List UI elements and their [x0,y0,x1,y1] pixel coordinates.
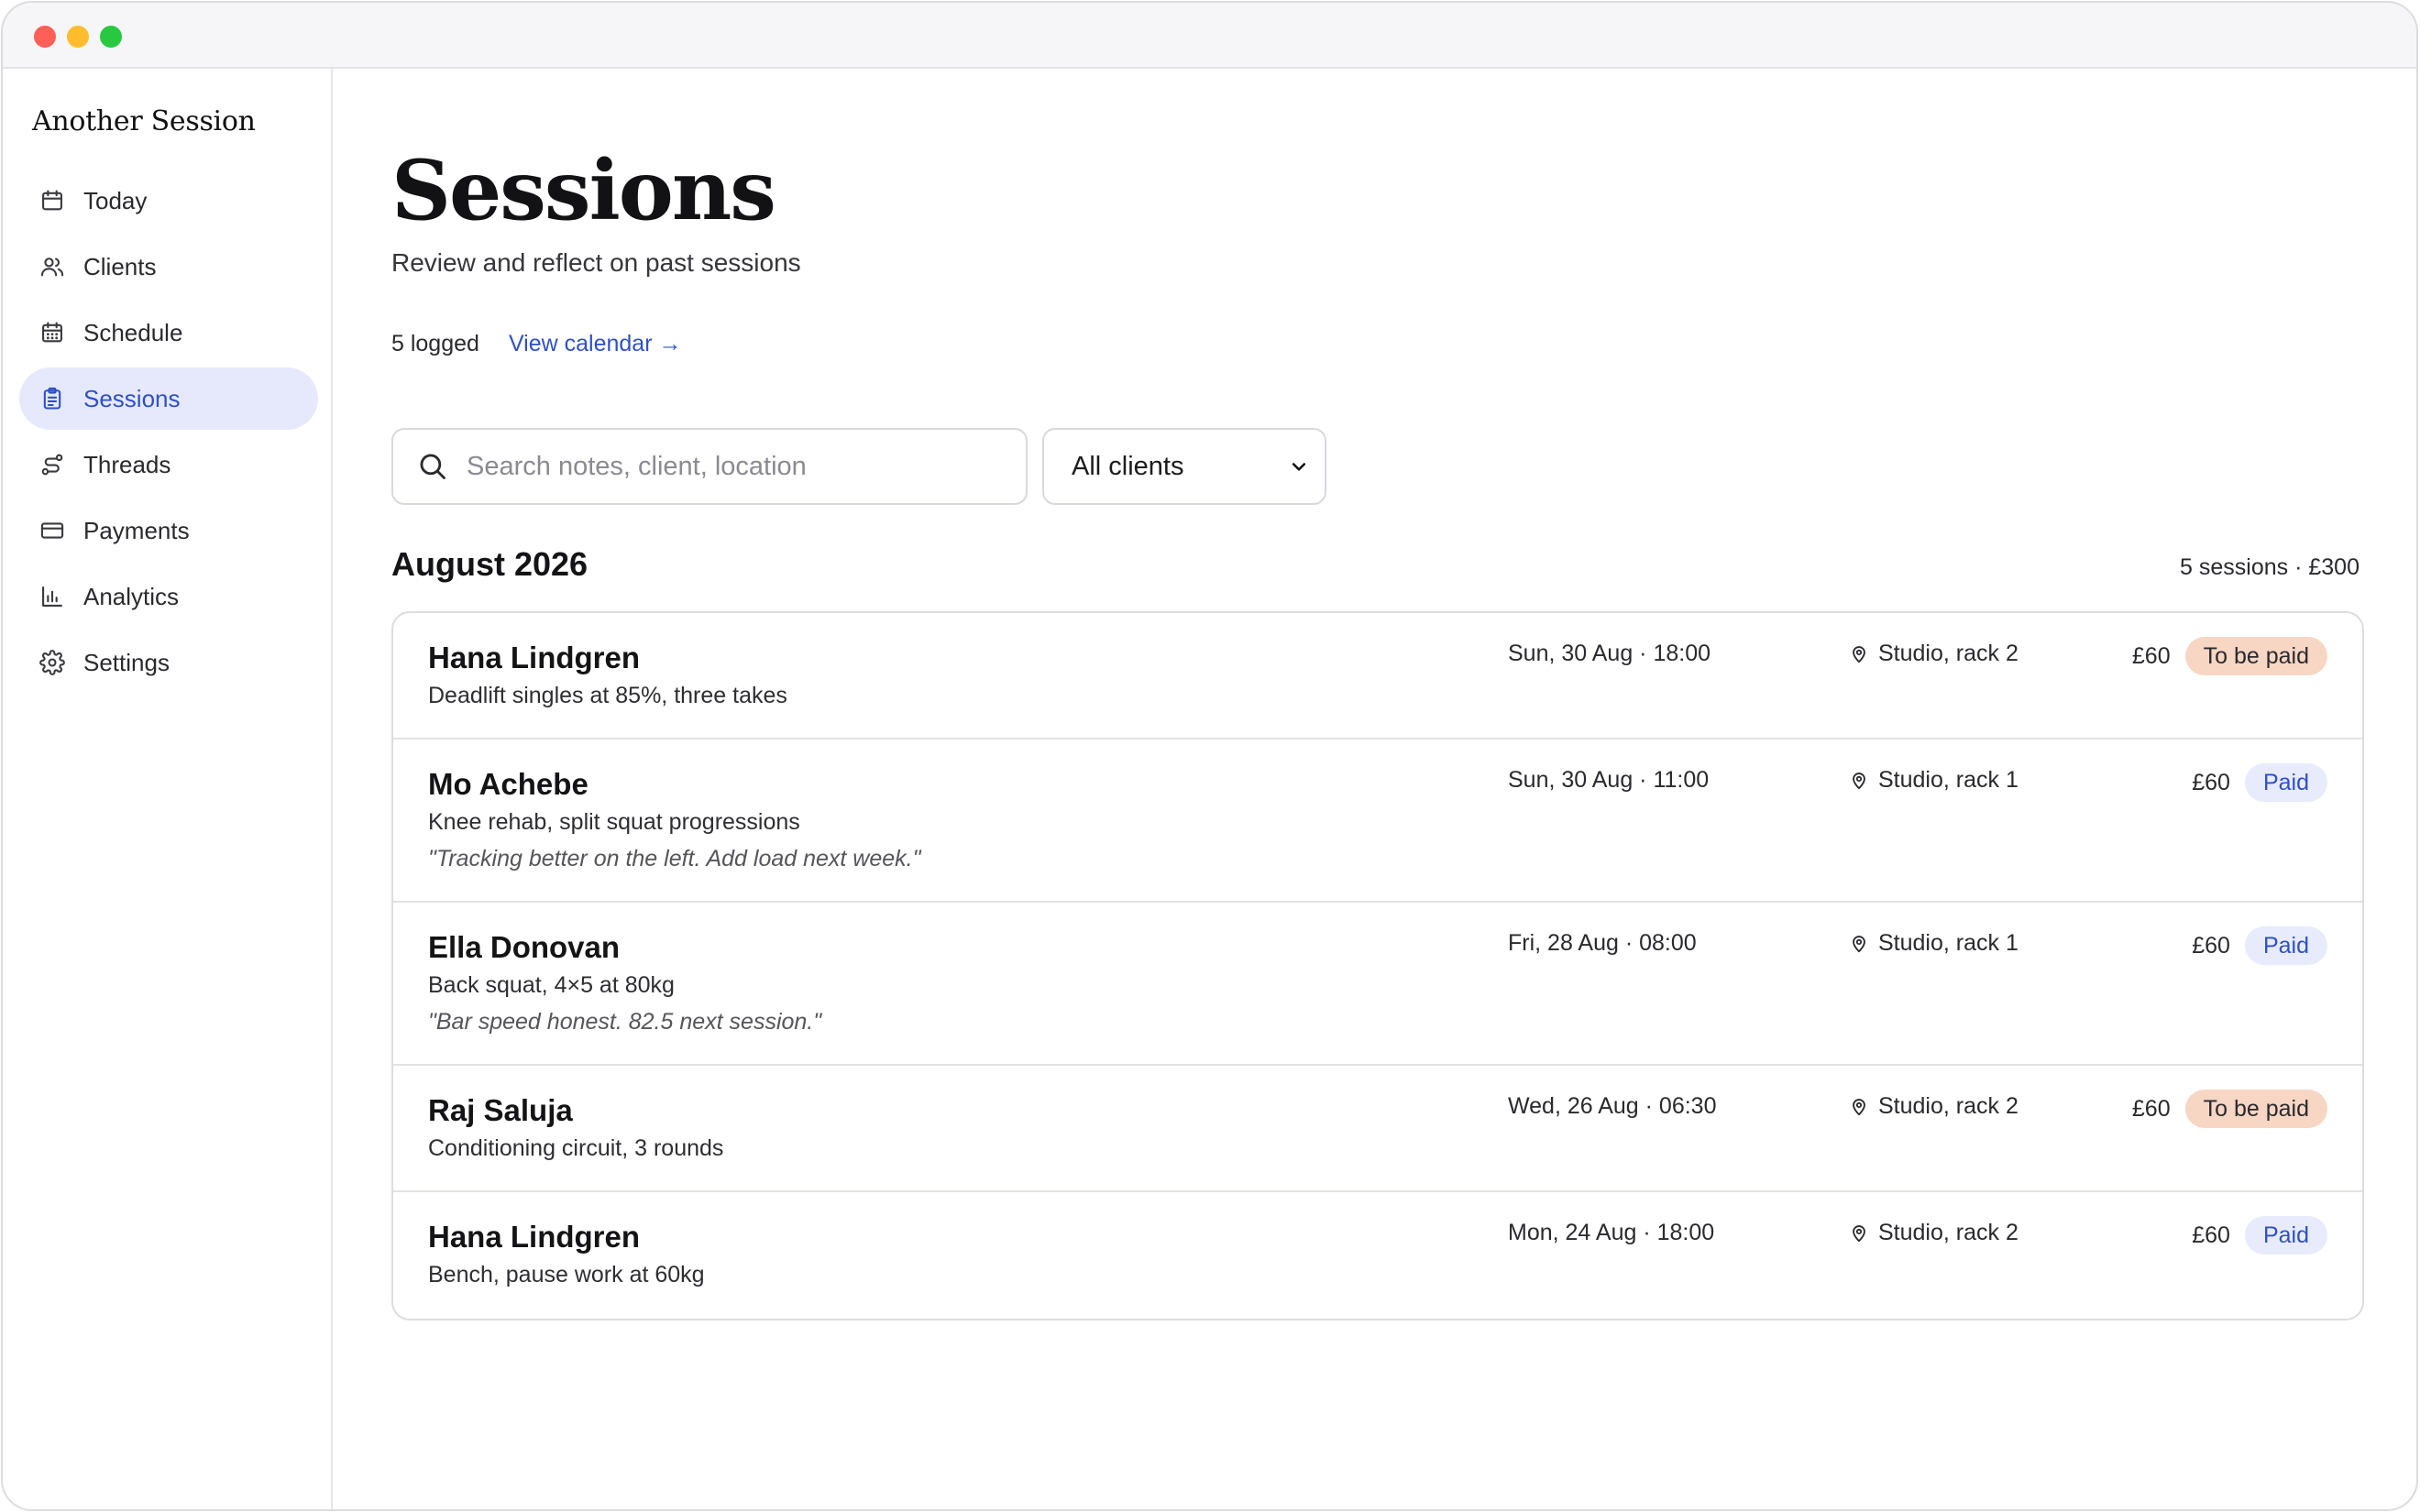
session-location: Studio, rack 1 [1849,767,2018,794]
session-location: Studio, rack 2 [1849,1220,2018,1246]
session-description: Back squat, 4×5 at 80kg [428,972,675,998]
session-row[interactable]: Raj Saluja Conditioning circuit, 3 round… [393,1066,2362,1192]
sidebar-item-sessions[interactable]: Sessions [19,367,318,430]
map-pin-icon [1853,1098,1865,1115]
minimize-window-button[interactable] [67,26,89,48]
session-price: £60 [2131,1095,2171,1122]
sidebar-item-payments[interactable]: Payments [19,499,318,562]
session-row[interactable]: Ella Donovan Back squat, 4×5 at 80kg "Ba… [393,903,2362,1066]
main-content: Sessions Review and reflect on past sess… [335,69,2416,1509]
close-window-button[interactable] [34,26,56,48]
session-description: Knee rehab, split squat progressions [428,809,800,835]
gear-icon [39,650,65,675]
sidebar-item-settings[interactable]: Settings [19,631,318,694]
sidebar: Another Session Today Clients Schedule S… [3,69,333,1509]
session-price: £60 [2131,642,2171,669]
sidebar-item-label: Analytics [83,582,180,610]
map-pin-icon [1853,645,1865,663]
session-datetime: Sun, 30 Aug · 11:00 [1508,767,1710,793]
sidebar-item-clients[interactable]: Clients [19,236,318,298]
session-location: Studio, rack 1 [1849,930,2018,957]
sidebar-item-today[interactable]: Today [19,170,318,232]
session-note: "Tracking better on the left. Add load n… [428,846,921,871]
title-bar [3,3,2416,69]
sessions-meta: 5 logged View calendar → [391,331,681,357]
month-heading: August 2026 [391,545,588,583]
page-subtitle: Review and reflect on past sessions [391,248,801,277]
session-price: £60 [2192,932,2230,959]
session-datetime: Mon, 24 Aug · 18:00 [1508,1220,1715,1245]
session-datetime: Sun, 30 Aug · 18:00 [1508,641,1711,666]
sidebar-item-threads[interactable]: Threads [19,433,318,496]
session-location-text: Studio, rack 2 [1878,641,2018,666]
page-title: Sessions [391,142,776,239]
users-icon [39,254,65,279]
app-window: Another Session Today Clients Schedule S… [1,1,2418,1511]
search-input[interactable] [467,451,980,482]
session-location: Studio, rack 2 [1849,641,2018,667]
session-payment: £60 Paid [2192,926,2327,965]
sidebar-item-label: Clients [83,252,157,280]
logged-count: 5 logged [391,331,479,356]
session-client-name: Hana Lindgren [428,1220,641,1254]
session-location-text: Studio, rack 2 [1878,1220,2018,1245]
bar-chart-icon [39,584,65,609]
session-row[interactable]: Mo Achebe Knee rehab, split squat progre… [393,740,2362,903]
sidebar-item-label: Payments [83,516,190,544]
client-filter-value: All clients [1072,451,1184,481]
session-description: Bench, pause work at 60kg [428,1262,705,1287]
session-datetime: Fri, 28 Aug · 08:00 [1508,930,1697,956]
session-location-text: Studio, rack 1 [1878,930,2018,956]
client-filter-select[interactable]: All clients [1042,428,1326,505]
map-pin-icon [1853,772,1865,789]
sessions-list: Hana Lindgren Deadlift singles at 85%, t… [391,611,2364,1320]
calendar-grid-icon [39,320,65,345]
session-location-text: Studio, rack 2 [1878,1093,2018,1119]
session-datetime: Wed, 26 Aug · 06:30 [1508,1093,1717,1119]
route-icon [39,452,65,477]
chevron-down-icon [1292,463,1306,471]
view-calendar-link[interactable]: View calendar → [509,331,682,357]
credit-card-icon [39,518,65,543]
calendar-icon [39,188,65,214]
sidebar-item-analytics[interactable]: Analytics [19,565,318,628]
session-client-name: Hana Lindgren [428,641,641,674]
status-badge: To be paid [2184,1090,2327,1128]
status-badge: Paid [2244,763,2327,802]
session-location-text: Studio, rack 1 [1878,767,2018,793]
sidebar-item-label: Settings [83,648,170,676]
session-row[interactable]: Hana Lindgren Bench, pause work at 60kg … [393,1192,2362,1319]
session-payment: £60 To be paid [2132,637,2327,675]
session-price: £60 [2192,1222,2230,1248]
sidebar-item-schedule[interactable]: Schedule [19,301,318,364]
session-payment: £60 To be paid [2132,1090,2327,1128]
sidebar-item-label: Schedule [83,318,183,346]
maximize-window-button[interactable] [100,26,122,48]
sidebar-nav: Today Clients Schedule Sessions Threads … [19,170,318,697]
map-pin-icon [1853,935,1865,952]
status-badge: Paid [2244,926,2327,965]
session-description: Conditioning circuit, 3 rounds [428,1135,724,1161]
clipboard-icon [39,386,65,411]
session-row[interactable]: Hana Lindgren Deadlift singles at 85%, t… [393,613,2362,740]
app-logo-text: Another Session [32,105,256,137]
session-location: Studio, rack 2 [1849,1093,2018,1120]
sidebar-item-label: Today [83,186,148,214]
sidebar-item-label: Sessions [83,384,181,412]
search-box [391,428,1028,505]
session-client-name: Raj Saluja [428,1093,573,1127]
month-summary: 5 sessions · £300 [2180,554,2360,580]
sidebar-item-label: Threads [83,450,171,478]
map-pin-icon [1853,1224,1865,1242]
session-payment: £60 Paid [2192,1216,2327,1255]
status-badge: Paid [2244,1216,2327,1255]
session-note: "Bar speed honest. 82.5 next session." [428,1009,822,1035]
search-icon [420,454,446,479]
session-description: Deadlift singles at 85%, three takes [428,683,787,708]
status-badge: To be paid [2184,637,2327,675]
session-price: £60 [2192,769,2230,795]
session-payment: £60 Paid [2192,763,2327,802]
session-client-name: Mo Achebe [428,767,588,801]
session-client-name: Ella Donovan [428,930,621,964]
